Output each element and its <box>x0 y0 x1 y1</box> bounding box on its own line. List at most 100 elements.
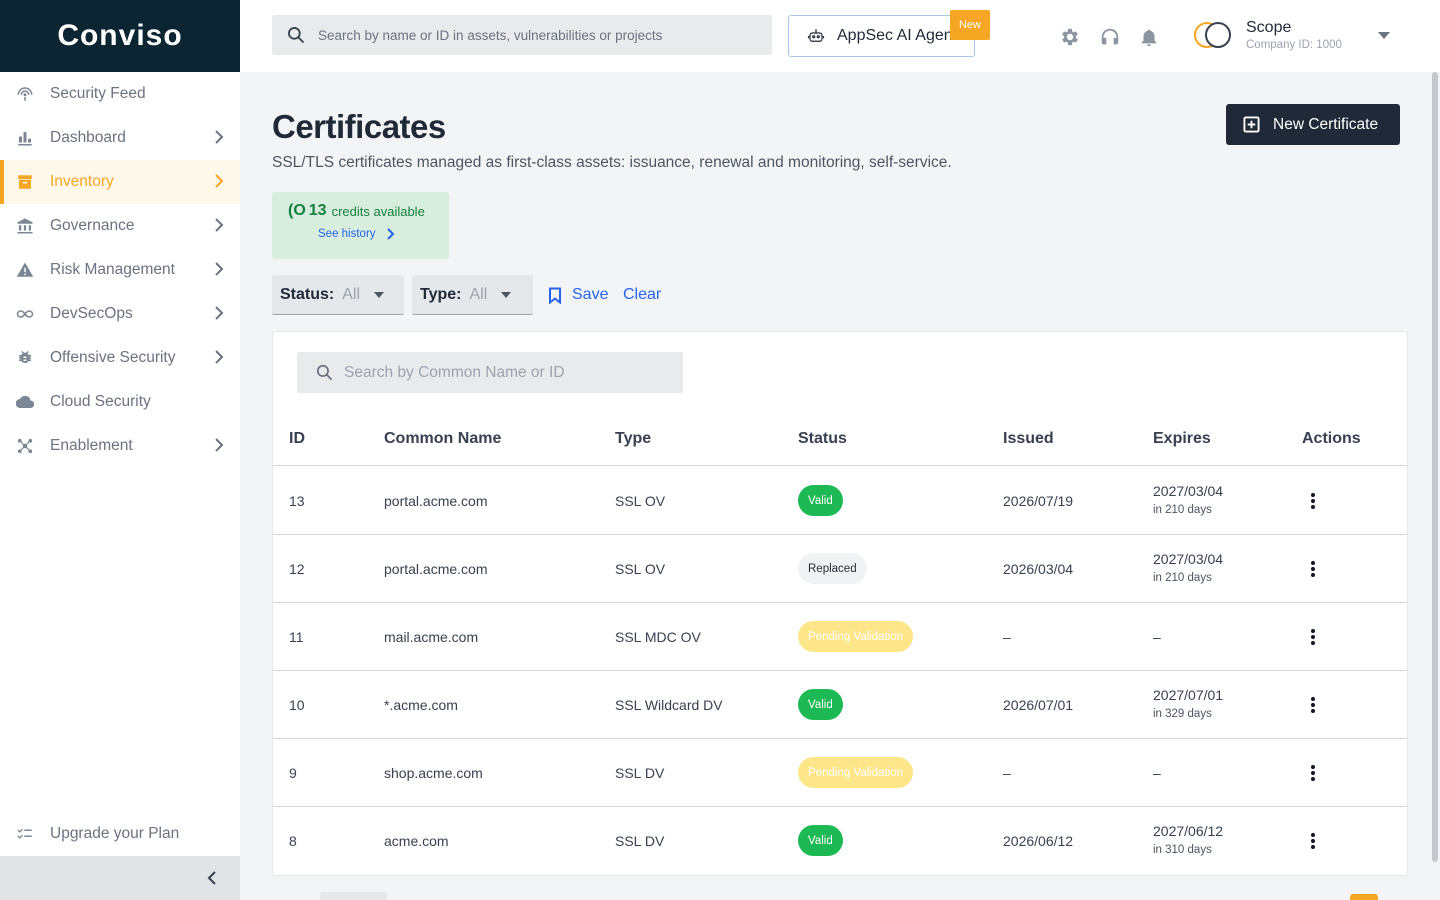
table-row[interactable]: 9 shop.acme.com SSL DV Pending Validatio… <box>273 739 1407 807</box>
upgrade-plan-label: Upgrade your Plan <box>50 825 180 842</box>
sidebar-item-label: Risk Management <box>50 261 175 278</box>
save-filter-button[interactable]: Save <box>548 286 608 304</box>
user-icon <box>1205 22 1231 48</box>
status-filter-value: All <box>342 285 361 303</box>
global-search-input[interactable] <box>318 27 758 43</box>
column-header-expires[interactable]: Expires <box>1153 430 1211 448</box>
bell-icon[interactable] <box>1138 26 1160 48</box>
column-header-issued[interactable]: Issued <box>1003 430 1054 448</box>
org-id: Company ID: 1000 <box>1246 39 1342 51</box>
bar-chart-icon <box>16 129 34 147</box>
cell-expires: 2027/07/01 <box>1153 687 1224 703</box>
sidebar-item-label: Governance <box>50 217 135 234</box>
gear-icon[interactable] <box>1059 26 1081 48</box>
column-header-id[interactable]: ID <box>289 430 305 448</box>
more-actions-icon[interactable] <box>1309 695 1317 715</box>
upgrade-plan-link[interactable]: Upgrade your Plan <box>0 812 240 856</box>
sidebar-item-label: Security Feed <box>50 85 146 102</box>
chevron-right-icon <box>214 262 226 278</box>
cell-issued: 2026/03/04 <box>1003 561 1074 577</box>
new-certificate-button[interactable]: New Certificate <box>1226 104 1400 145</box>
new-badge: New <box>950 10 990 40</box>
cell-type: SSL OV <box>615 561 666 577</box>
table-header: ID Common Name Type Status Issued Expire… <box>273 418 1407 466</box>
cell-type: SSL DV <box>615 765 665 781</box>
more-actions-icon[interactable] <box>1309 491 1317 511</box>
clear-filter-button[interactable]: Clear <box>623 286 661 304</box>
cell-id: 13 <box>289 493 305 509</box>
more-actions-icon[interactable] <box>1309 763 1317 783</box>
type-filter[interactable]: Type: All <box>412 275 533 315</box>
column-header-actions: Actions <box>1302 430 1361 447</box>
status-badge: Replaced <box>798 553 867 584</box>
certificate-search-input[interactable] <box>344 363 664 382</box>
sidebar-item-cloud-security[interactable]: Cloud Security <box>0 380 240 424</box>
scrollbar-thumb[interactable] <box>1432 72 1438 862</box>
cloud-icon <box>16 393 34 411</box>
sidebar-item-label: DevSecOps <box>50 305 133 322</box>
headset-icon[interactable] <box>1099 26 1121 48</box>
org-switcher[interactable]: Scope Company ID: 1000 <box>1194 18 1342 52</box>
chevron-right-icon <box>214 130 226 146</box>
cell-issued: 2026/07/19 <box>1003 493 1074 509</box>
cell-type: SSL OV <box>615 493 666 509</box>
cell-common-name: portal.acme.com <box>384 493 488 509</box>
column-header-status[interactable]: Status <box>798 430 847 448</box>
infinity-icon <box>16 305 34 323</box>
column-header-common-name[interactable]: Common Name <box>384 430 501 448</box>
sidebar-item-offensive-security[interactable]: Offensive Security <box>0 336 240 380</box>
cell-issued: 2026/06/12 <box>1003 833 1074 849</box>
certificate-search[interactable] <box>297 352 683 393</box>
table-row[interactable]: 12 portal.acme.com SSL OV Replaced 2026/… <box>273 535 1407 603</box>
sidebar-item-security-feed[interactable]: Security Feed <box>0 72 240 116</box>
logo[interactable]: Conviso <box>0 0 240 72</box>
collapse-sidebar-button[interactable] <box>0 856 240 900</box>
table-row[interactable]: 13 portal.acme.com SSL OV Valid 2026/07/… <box>273 467 1407 535</box>
cell-expires: – <box>1153 765 1161 781</box>
credits-icon: (O <box>288 202 306 219</box>
sidebar-item-risk-management[interactable]: Risk Management <box>0 248 240 292</box>
sidebar-item-governance[interactable]: Governance <box>0 204 240 248</box>
sidebar-item-label: Inventory <box>50 173 114 190</box>
sidebar-item-label: Cloud Security <box>50 393 151 410</box>
warning-icon <box>16 261 34 279</box>
more-actions-icon[interactable] <box>1309 831 1317 851</box>
sidebar-item-devsecops[interactable]: DevSecOps <box>0 292 240 336</box>
table-row[interactable]: 8 acme.com SSL DV Valid 2026/06/12 2027/… <box>273 807 1407 875</box>
more-actions-icon[interactable] <box>1309 559 1317 579</box>
logo-text: Conviso <box>57 19 183 52</box>
avatar <box>1194 18 1231 52</box>
sidebar-item-inventory[interactable]: Inventory <box>0 160 240 204</box>
cell-expires: 2027/03/04 <box>1153 551 1224 567</box>
table-row[interactable]: 10 *.acme.com SSL Wildcard DV Valid 2026… <box>273 671 1407 739</box>
caret-down-icon[interactable] <box>1378 32 1390 39</box>
cell-common-name: acme.com <box>384 833 449 849</box>
chevron-right-icon <box>214 350 226 366</box>
cell-common-name: *.acme.com <box>384 697 458 713</box>
cell-common-name: mail.acme.com <box>384 629 479 645</box>
status-filter[interactable]: Status: All <box>272 275 404 315</box>
credits-card: (O 13 credits available See history <box>272 192 449 259</box>
chevron-right-icon <box>214 174 226 190</box>
appsec-ai-agent-button[interactable]: AppSec AI Agent <box>788 15 975 57</box>
cell-expires: 2027/06/12 <box>1153 823 1224 839</box>
cell-type: SSL DV <box>615 833 665 849</box>
global-search[interactable] <box>272 15 772 55</box>
sidebar-item-enablement[interactable]: Enablement <box>0 424 240 468</box>
inventory-box-icon <box>16 173 34 191</box>
sidebar-item-label: Dashboard <box>50 129 126 146</box>
status-badge: Valid <box>798 485 843 516</box>
column-header-type[interactable]: Type <box>615 430 651 448</box>
sidebar-item-label: Offensive Security <box>50 349 176 366</box>
search-icon <box>288 27 305 44</box>
see-history-link[interactable]: See history <box>288 228 449 240</box>
pagination-control[interactable] <box>320 892 387 900</box>
hub-icon <box>16 437 34 455</box>
type-filter-label: Type: <box>420 285 462 303</box>
sidebar-item-dashboard[interactable]: Dashboard <box>0 116 240 160</box>
help-widget-button[interactable] <box>1350 894 1378 900</box>
cell-id: 11 <box>289 629 304 645</box>
org-name: Scope <box>1246 19 1292 36</box>
more-actions-icon[interactable] <box>1309 627 1317 647</box>
table-row[interactable]: 11 mail.acme.com SSL MDC OV Pending Vali… <box>273 603 1407 671</box>
